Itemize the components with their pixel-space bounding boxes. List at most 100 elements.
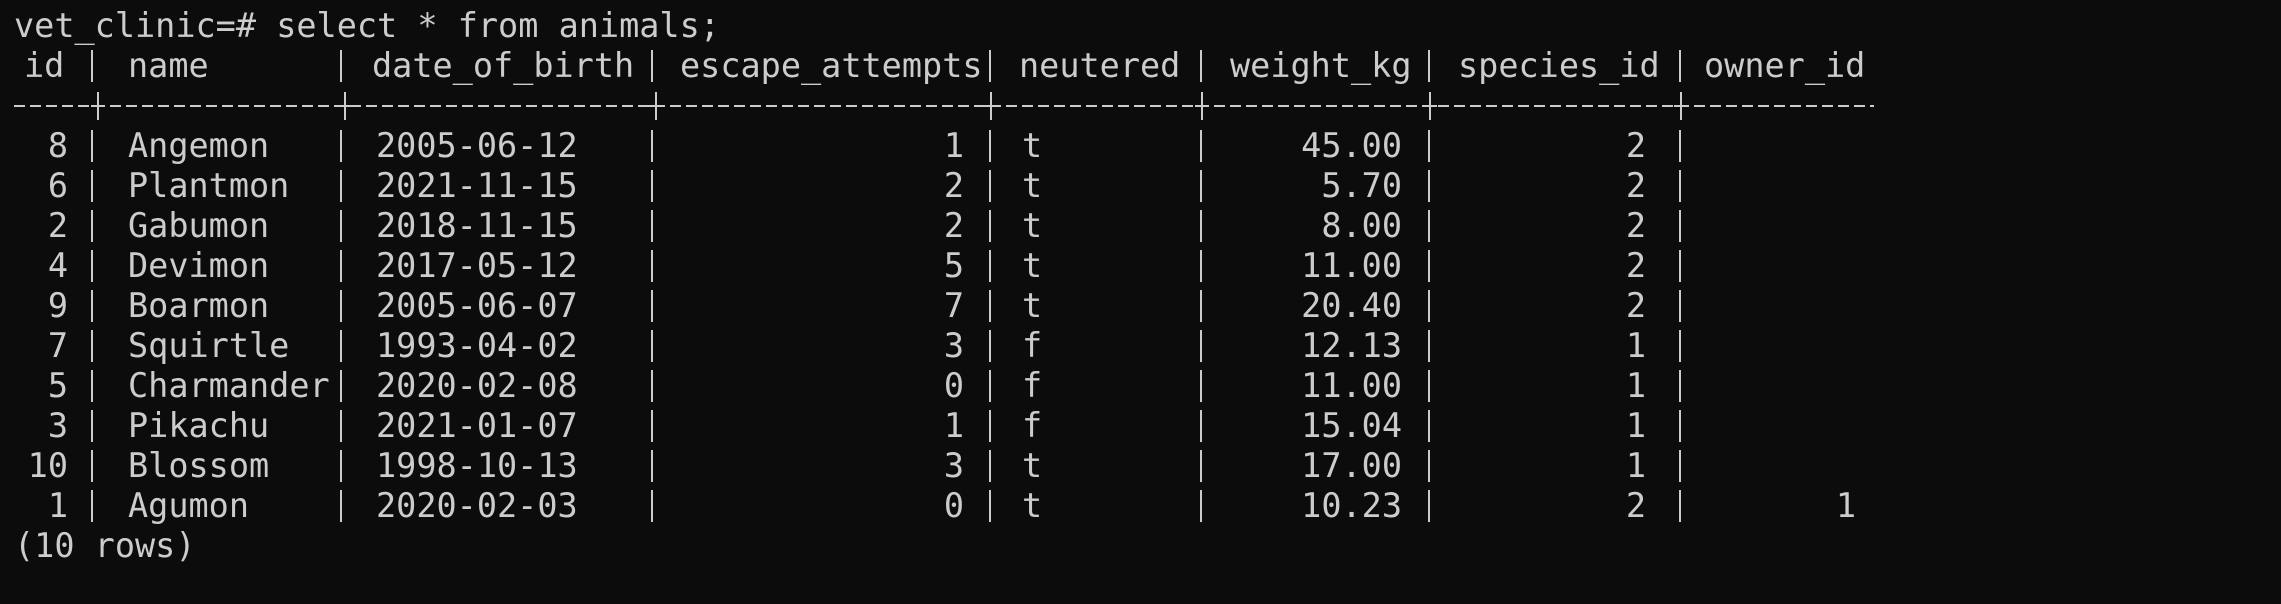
column-separator (1679, 450, 1681, 482)
column-separator (91, 250, 93, 282)
column-separator (1428, 170, 1430, 202)
table-cell-weight-kg: 5.70 (1321, 166, 1402, 205)
table-cell-date-of-birth: 2020-02-03 (376, 486, 578, 525)
column-separator (91, 290, 93, 322)
divider-plus (984, 92, 998, 120)
table-cell-neutered: t (1022, 486, 1043, 525)
header-weight-kg: weight_kg (1230, 46, 1412, 85)
table-cell-id: 7 (47, 326, 68, 365)
column-separator (1200, 130, 1202, 162)
column-separator (989, 290, 991, 322)
table-cell-escape-attempts: 2 (943, 166, 964, 205)
table-cell-species-id: 1 (1625, 326, 1646, 365)
table-cell-date-of-birth: 1993-04-02 (376, 326, 578, 365)
table-cell-owner-id (1704, 246, 1856, 286)
table-cell-owner-id (1704, 446, 1856, 486)
table-cell-date-of-birth: 2021-11-15 (376, 166, 578, 205)
column-separator (1679, 130, 1681, 162)
column-separator (989, 450, 991, 482)
column-separator (989, 130, 991, 162)
table-cell-escape-attempts: 3 (943, 446, 964, 485)
column-separator (1200, 370, 1202, 402)
table-cell-name: Gabumon (128, 206, 270, 245)
table-cell-owner-id: 1 (1835, 486, 1856, 525)
table-cell-weight-kg: 11.00 (1301, 366, 1402, 405)
column-separator (651, 170, 653, 202)
table-row: 1 Agumon 2020-02-03 0 t 10.23 2 1 (0, 486, 2281, 526)
table-cell-neutered: t (1022, 286, 1043, 325)
column-separator (651, 330, 653, 362)
table-cell-species-id: 1 (1625, 366, 1646, 405)
table-cell-escape-attempts: 0 (943, 486, 964, 525)
column-separator (989, 170, 991, 202)
column-separator (1200, 450, 1202, 482)
column-separator (1679, 370, 1681, 402)
column-separator (651, 370, 653, 402)
table-cell-date-of-birth: 1998-10-13 (376, 446, 578, 485)
column-separator (1428, 450, 1430, 482)
column-separator (1200, 170, 1202, 202)
column-separator (1679, 410, 1681, 442)
column-separator (1200, 490, 1202, 522)
column-separator (1428, 290, 1430, 322)
table-cell-date-of-birth: 2005-06-12 (376, 126, 578, 165)
column-separator (1428, 210, 1430, 242)
table-row: 6 Plantmon 2021-11-15 2 t 5.70 2 (0, 166, 2281, 206)
terminal-window[interactable]: vet_clinic=# select * from animals; id n… (0, 0, 2281, 604)
column-separator (1679, 330, 1681, 362)
table-cell-id: 2 (47, 206, 68, 245)
column-separator (1200, 330, 1202, 362)
column-separator (91, 130, 93, 162)
table-cell-id: 3 (47, 406, 68, 445)
table-cell-escape-attempts: 1 (943, 126, 964, 165)
table-cell-escape-attempts: 2 (943, 206, 964, 245)
column-separator (1428, 370, 1430, 402)
column-separator (1428, 250, 1430, 282)
column-separator (651, 50, 653, 82)
table-cell-id: 4 (47, 246, 68, 285)
table-cell-neutered: f (1022, 326, 1043, 365)
table-cell-name: Blossom (128, 446, 270, 485)
table-cell-species-id: 2 (1625, 486, 1646, 525)
table-cell-date-of-birth: 2017-05-12 (376, 246, 578, 285)
table-cell-id: 1 (47, 486, 68, 525)
table-cell-neutered: t (1022, 446, 1043, 485)
table-cell-species-id: 2 (1625, 126, 1646, 165)
column-separator (1200, 210, 1202, 242)
table-cell-species-id: 2 (1625, 166, 1646, 205)
table-cell-weight-kg: 12.13 (1301, 326, 1402, 365)
result-rows: 8 Angemon 2005-06-12 1 t 45.00 2 6 Plantmon 2021-… (0, 126, 2281, 526)
table-row: 3 Pikachu 2021-01-07 1 f 15.04 1 (0, 406, 2281, 446)
table-cell-date-of-birth: 2021-01-07 (376, 406, 578, 445)
table-cell-date-of-birth: 2020-02-08 (376, 366, 578, 405)
column-separator (1679, 50, 1681, 82)
table-cell-owner-id (1704, 206, 1856, 246)
table-cell-neutered: f (1022, 366, 1043, 405)
column-separator (1428, 410, 1430, 442)
column-separator (91, 50, 93, 82)
table-cell-species-id: 1 (1625, 406, 1646, 445)
column-separator (989, 50, 991, 82)
divider-plus (649, 92, 663, 120)
column-separator (1200, 50, 1202, 82)
table-cell-weight-kg: 10.23 (1301, 486, 1402, 525)
column-separator (1679, 210, 1681, 242)
column-separator (989, 210, 991, 242)
table-cell-owner-id (1704, 166, 1856, 206)
column-separator (651, 490, 653, 522)
column-separator (91, 410, 93, 442)
table-cell-neutered: f (1022, 406, 1043, 445)
table-cell-weight-kg: 17.00 (1301, 446, 1402, 485)
column-separator (340, 50, 342, 82)
divider-plus (1195, 92, 1209, 120)
column-separator (989, 370, 991, 402)
column-separator (1679, 170, 1681, 202)
column-separator (1200, 290, 1202, 322)
table-cell-id: 8 (47, 126, 68, 165)
column-separator (1428, 330, 1430, 362)
column-separator (91, 450, 93, 482)
column-separator (1679, 250, 1681, 282)
command-line[interactable]: vet_clinic=# select * from animals; (0, 6, 2281, 46)
table-cell-species-id: 1 (1625, 446, 1646, 485)
column-separator (1679, 490, 1681, 522)
